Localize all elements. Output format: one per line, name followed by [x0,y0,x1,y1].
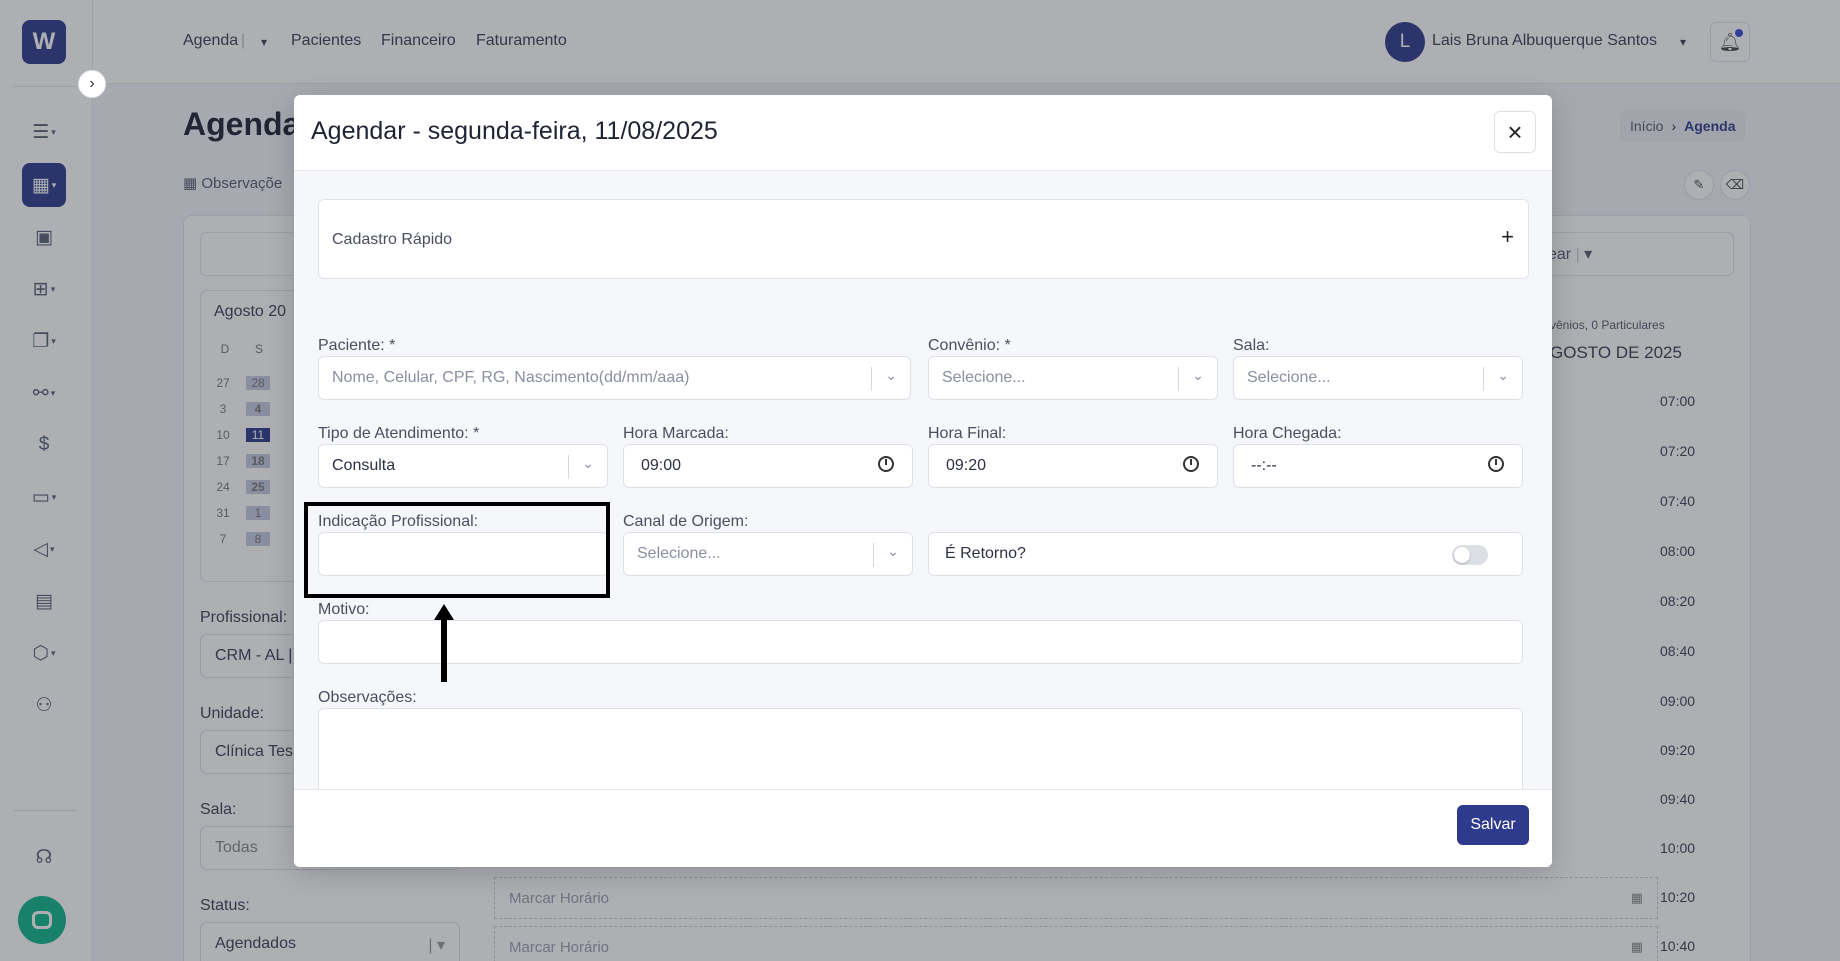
reason-label: Motivo: [318,601,370,618]
modal-body: Cadastro Rápido + Paciente: * Nome, Celu… [294,171,1552,789]
close-button[interactable]: × [1494,111,1536,153]
insurance-placeholder: Selecione... [942,369,1026,386]
close-icon: × [1507,117,1523,147]
arrival-time-value: --:-- [1251,457,1277,474]
chevron-right-icon: › [89,75,95,92]
select-separator [1483,367,1484,391]
room-field-select[interactable]: Selecione... ⌄ [1233,356,1523,400]
chevron-down-icon: ⌄ [885,367,897,383]
highlight-box [304,502,610,598]
arrival-time-input[interactable]: --:-- [1233,444,1523,488]
insurance-select[interactable]: Selecione... ⌄ [928,356,1218,400]
toggle-knob [1454,547,1470,563]
patient-placeholder: Nome, Celular, CPF, RG, Nascimento(dd/mm… [332,369,690,386]
arrow-shaft [441,616,447,682]
room-placeholder: Selecione... [1247,369,1331,386]
end-time-label: Hora Final: [928,425,1007,442]
select-separator [871,367,872,391]
sidebar-collapse-button[interactable]: › [78,70,106,98]
end-time-value: 09:20 [946,457,987,474]
chevron-down-icon: ⌄ [1192,367,1204,383]
chevron-down-icon: ⌄ [1497,367,1509,383]
service-type-label: Tipo de Atendimento: * [318,425,480,442]
select-separator [873,543,874,567]
room-field-label: Sala: [1233,337,1270,354]
modal-footer: Salvar [294,789,1552,867]
patient-select[interactable]: Nome, Celular, CPF, RG, Nascimento(dd/mm… [318,356,911,400]
clock-icon[interactable] [1183,456,1199,472]
return-label: É Retorno? [945,545,1026,562]
origin-channel-label: Canal de Origem: [623,513,749,530]
service-type-value: Consulta [332,457,396,474]
end-time-input[interactable]: 09:20 [928,444,1218,488]
chevron-down-icon: ⌄ [887,543,899,559]
reason-input[interactable] [318,620,1523,664]
notes-label: Observações: [318,689,417,706]
scheduled-time-label: Hora Marcada: [623,425,729,442]
chevron-down-icon: ⌄ [582,455,594,471]
clock-icon[interactable] [1488,456,1504,472]
modal-title: Agendar - segunda-feira, 11/08/2025 [311,117,718,145]
insurance-label: Convênio: * [928,337,1011,354]
select-separator [1178,367,1179,391]
origin-channel-select[interactable]: Selecione... ⌄ [623,532,913,576]
clock-icon[interactable] [878,456,894,472]
quick-register-accordion[interactable]: Cadastro Rápido + [318,199,1529,279]
modal-header: Agendar - segunda-feira, 11/08/2025 × [294,95,1552,171]
patient-label: Paciente: * [318,337,396,354]
origin-channel-placeholder: Selecione... [637,545,721,562]
schedule-appointment-modal: Agendar - segunda-feira, 11/08/2025 × Ca… [294,95,1552,867]
save-button[interactable]: Salvar [1457,805,1529,845]
select-separator [568,455,569,479]
plus-icon[interactable]: + [1501,224,1514,250]
arrival-time-label: Hora Chegada: [1233,425,1342,442]
scheduled-time-value: 09:00 [641,457,682,474]
return-toggle-row[interactable]: É Retorno? [928,532,1523,576]
return-toggle[interactable] [1452,545,1488,565]
notes-textarea[interactable] [318,708,1523,789]
scheduled-time-input[interactable]: 09:00 [623,444,913,488]
service-type-select[interactable]: Consulta ⌄ [318,444,608,488]
quick-register-label: Cadastro Rápido [332,231,453,248]
